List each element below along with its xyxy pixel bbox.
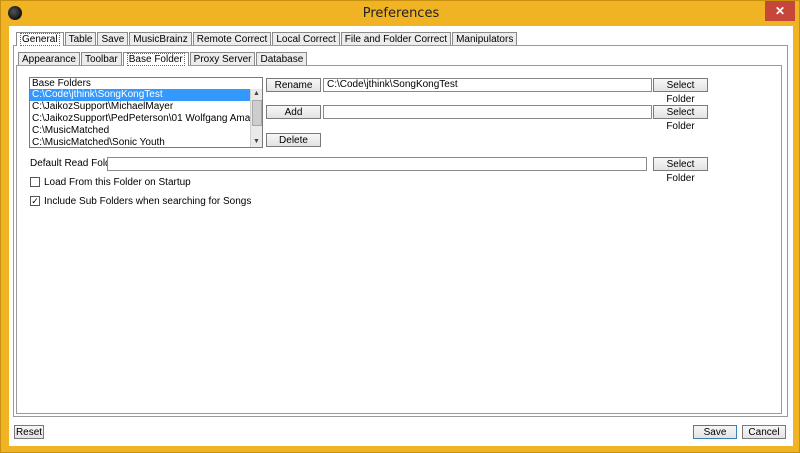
close-icon: ✕: [774, 4, 786, 18]
list-item[interactable]: C:\MusicMatched\Sonic Youth: [30, 137, 250, 147]
add-folder-field[interactable]: [323, 105, 652, 119]
tab-appearance[interactable]: Appearance: [18, 52, 80, 65]
tab-manipulators[interactable]: Manipulators: [452, 32, 518, 45]
list-scrollbar[interactable]: ▲ ▼: [250, 89, 262, 147]
main-tab-bar: General Table Save MusicBrainz Remote Co…: [16, 32, 518, 46]
tab-musicbrainz[interactable]: MusicBrainz: [129, 32, 192, 45]
tab-file-and-folder-correct[interactable]: File and Folder Correct: [340, 32, 452, 45]
dialog-content: General Table Save MusicBrainz Remote Co…: [9, 26, 793, 446]
tab-save[interactable]: Save: [97, 32, 129, 45]
tab-local-correct[interactable]: Local Correct: [272, 32, 340, 45]
preferences-window: Preferences ✕ General Table Save MusicBr…: [0, 0, 800, 453]
rename-field[interactable]: C:\Code\jthink\SongKongTest: [323, 78, 652, 92]
select-folder-button[interactable]: Select Folder: [653, 105, 708, 132]
scroll-thumb[interactable]: [252, 100, 262, 126]
list-item[interactable]: C:\MusicMatched: [30, 125, 250, 137]
list-item[interactable]: C:\Code\jthink\SongKongTest: [30, 89, 250, 101]
select-folder-button[interactable]: Select Folder: [653, 78, 708, 105]
load-from-folder-checkbox[interactable]: [30, 177, 40, 187]
sub-tab-bar: Appearance Toolbar Base Folder Proxy Ser…: [18, 52, 308, 66]
title-bar[interactable]: Preferences ✕: [1, 1, 800, 25]
delete-button[interactable]: Delete: [266, 133, 321, 147]
window-title: Preferences: [362, 6, 440, 21]
tab-base-folder[interactable]: Base Folder: [122, 52, 189, 66]
cancel-button[interactable]: Cancel: [742, 425, 786, 439]
load-from-folder-label: Load From this Folder on Startup: [44, 177, 191, 188]
save-button[interactable]: Save: [693, 425, 737, 439]
tab-toolbar[interactable]: Toolbar: [80, 52, 122, 65]
list-item[interactable]: C:\JaikozSupport\PedPeterson\01 Wolfgang…: [30, 113, 250, 125]
scroll-down-icon[interactable]: ▼: [251, 137, 262, 147]
default-read-folder-field[interactable]: [107, 157, 647, 171]
tab-table[interactable]: Table: [64, 32, 97, 45]
include-subfolders-label: Include Sub Folders when searching for S…: [44, 196, 252, 207]
rename-button[interactable]: Rename: [266, 78, 321, 92]
list-item[interactable]: C:\JaikozSupport\MichaelMayer: [30, 101, 250, 113]
select-folder-button[interactable]: Select Folder: [653, 157, 708, 184]
scroll-up-icon[interactable]: ▲: [251, 89, 262, 99]
close-button[interactable]: ✕: [765, 1, 795, 21]
base-folders-list[interactable]: Base Folders C:\Code\jthink\SongKongTest…: [29, 77, 263, 148]
reset-button[interactable]: Reset: [14, 425, 44, 439]
checkmark-icon: ✓: [31, 196, 39, 206]
tab-database[interactable]: Database: [256, 52, 308, 65]
add-button[interactable]: Add: [266, 105, 321, 119]
tab-general[interactable]: General: [16, 32, 64, 46]
include-subfolders-checkbox[interactable]: ✓: [30, 196, 40, 206]
tab-remote-correct[interactable]: Remote Correct: [192, 32, 272, 45]
base-folders-header: Base Folders: [32, 78, 91, 89]
tab-proxy-server[interactable]: Proxy Server: [189, 52, 256, 65]
